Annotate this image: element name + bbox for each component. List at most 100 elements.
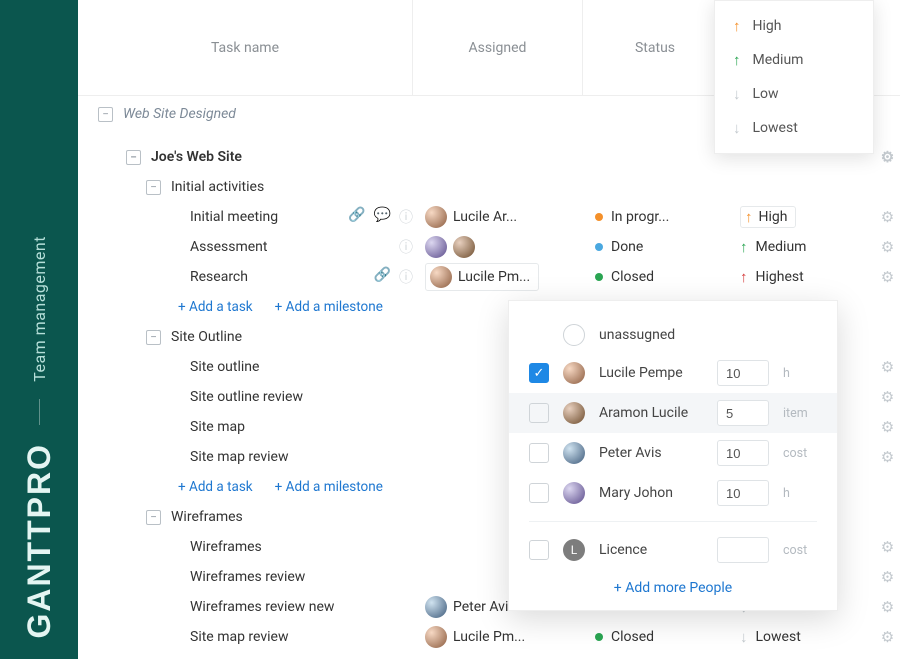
- brand-sidebar: Team management GANTTPRO: [0, 0, 78, 659]
- add-milestone-link[interactable]: + Add a milestone: [275, 299, 383, 315]
- arrow-up-icon: [740, 240, 748, 255]
- gear-icon[interactable]: [881, 358, 894, 376]
- group-label: Web Site Designed: [123, 106, 236, 122]
- group-label: Joe's Web Site: [151, 149, 242, 165]
- priority-cell[interactable]: Medium: [740, 239, 875, 255]
- checkbox[interactable]: [529, 363, 549, 383]
- priority-dropdown[interactable]: High Medium Low Lowest: [714, 0, 874, 154]
- empty-avatar-icon: [563, 324, 585, 346]
- priority-option-label: High: [753, 18, 782, 34]
- unit-label: cost: [783, 543, 817, 558]
- collapse-toggle-icon[interactable]: [146, 330, 161, 345]
- collapse-toggle-icon[interactable]: [126, 150, 141, 165]
- arrow-up-icon: [733, 53, 741, 68]
- task-row[interactable]: Site map review Lucile Pm... Closed Lowe…: [78, 622, 900, 652]
- assigned-cell[interactable]: [425, 236, 595, 258]
- header-status: Status: [583, 0, 728, 95]
- task-name: Site map: [190, 419, 245, 435]
- group-row-initial-activities[interactable]: Initial activities: [78, 172, 900, 202]
- checkbox[interactable]: [529, 443, 549, 463]
- task-name: Site outline review: [190, 389, 303, 405]
- gear-icon[interactable]: [881, 538, 894, 556]
- priority-text: Medium: [756, 239, 807, 255]
- status-cell[interactable]: Closed: [595, 269, 740, 285]
- gear-icon[interactable]: [881, 628, 894, 646]
- priority-option-low[interactable]: Low: [715, 77, 873, 111]
- gear-icon[interactable]: [881, 208, 894, 226]
- status-text: Closed: [611, 629, 654, 645]
- hours-input[interactable]: [717, 480, 769, 506]
- gear-icon[interactable]: [881, 388, 894, 406]
- add-more-people-link[interactable]: + Add more People: [509, 570, 837, 600]
- task-name: Site map review: [190, 629, 289, 645]
- assignee-row-unassigned[interactable]: unassugned: [509, 317, 837, 353]
- gear-icon[interactable]: [881, 418, 894, 436]
- main-panel: Task name Assigned Status High Medium Lo…: [78, 0, 900, 659]
- status-cell[interactable]: Closed: [595, 629, 740, 645]
- status-dot-icon: [595, 243, 603, 251]
- arrow-down-icon: [733, 121, 741, 136]
- collapse-toggle-icon[interactable]: [98, 107, 113, 122]
- collapse-toggle-icon[interactable]: [146, 510, 161, 525]
- comment-icon: 💬: [374, 207, 391, 227]
- arrow-down-icon: [733, 87, 741, 102]
- task-row[interactable]: Research 🔗 ⓘ Lucile Pm... Closed: [78, 262, 900, 292]
- avatar-icon: [425, 596, 447, 618]
- assigned-text: Lucile Pm...: [453, 629, 525, 645]
- assignee-row[interactable]: Mary Johon h: [509, 473, 837, 513]
- gear-icon[interactable]: [881, 268, 894, 286]
- status-cell[interactable]: In progr...: [595, 209, 740, 225]
- task-name: Site outline: [190, 359, 259, 375]
- assigned-cell[interactable]: Lucile Pm...: [425, 626, 595, 648]
- priority-text: Highest: [756, 269, 804, 285]
- info-icon: ⓘ: [399, 237, 413, 257]
- priority-option-high[interactable]: High: [715, 9, 873, 43]
- arrow-up-icon: [733, 19, 741, 34]
- collapse-toggle-icon[interactable]: [146, 180, 161, 195]
- gear-icon[interactable]: [881, 238, 894, 256]
- task-row[interactable]: Assessment ⓘ Done Medium: [78, 232, 900, 262]
- gear-icon[interactable]: [881, 568, 894, 586]
- gear-icon[interactable]: [881, 148, 894, 166]
- assignee-name: Peter Avis: [599, 445, 703, 461]
- checkbox[interactable]: [529, 540, 549, 560]
- gear-icon[interactable]: [881, 448, 894, 466]
- checkbox[interactable]: [529, 483, 549, 503]
- assignee-popup[interactable]: unassugned Lucile Pempe h Aramon Lucile …: [508, 300, 838, 611]
- add-task-link[interactable]: + Add a task: [178, 299, 253, 315]
- task-name: Wireframes review: [190, 569, 305, 585]
- checkbox[interactable]: [529, 403, 549, 423]
- header-assigned: Assigned: [413, 0, 583, 95]
- priority-cell[interactable]: Lowest: [740, 629, 875, 645]
- status-text: Closed: [611, 269, 654, 285]
- hours-input[interactable]: [717, 537, 769, 563]
- add-milestone-link[interactable]: + Add a milestone: [275, 479, 383, 495]
- unit-label: item: [783, 406, 817, 421]
- assigned-cell[interactable]: Lucile Pm...: [425, 263, 595, 291]
- priority-cell[interactable]: High: [740, 206, 875, 228]
- assigned-cell[interactable]: Lucile Ar...: [425, 206, 595, 228]
- task-row[interactable]: Initial meeting 🔗 💬 ⓘ Lucile Ar... In pr…: [78, 202, 900, 232]
- assignee-row-resource[interactable]: L Licence cost: [509, 530, 837, 570]
- hours-input[interactable]: [717, 360, 769, 386]
- task-name: Wireframes review new: [190, 599, 334, 615]
- assigned-text: Lucile Ar...: [453, 209, 517, 225]
- avatar-icon: [430, 266, 452, 288]
- status-dot-icon: [595, 213, 603, 221]
- assignee-row[interactable]: Peter Avis cost: [509, 433, 837, 473]
- priority-option-lowest[interactable]: Lowest: [715, 111, 873, 145]
- assignee-row[interactable]: Lucile Pempe h: [509, 353, 837, 393]
- unit-label: h: [783, 366, 817, 381]
- gear-icon[interactable]: [881, 598, 894, 616]
- status-cell[interactable]: Done: [595, 239, 740, 255]
- assignee-name: unassugned: [599, 327, 817, 343]
- assignee-row[interactable]: Aramon Lucile item: [509, 393, 837, 433]
- add-task-link[interactable]: + Add a task: [178, 479, 253, 495]
- group-label: Initial activities: [171, 179, 264, 195]
- priority-cell[interactable]: Highest: [740, 269, 875, 285]
- hours-input[interactable]: [717, 400, 769, 426]
- hours-input[interactable]: [717, 440, 769, 466]
- priority-option-medium[interactable]: Medium: [715, 43, 873, 77]
- group-label: Wireframes: [171, 509, 243, 525]
- avatar-icon: [563, 362, 585, 384]
